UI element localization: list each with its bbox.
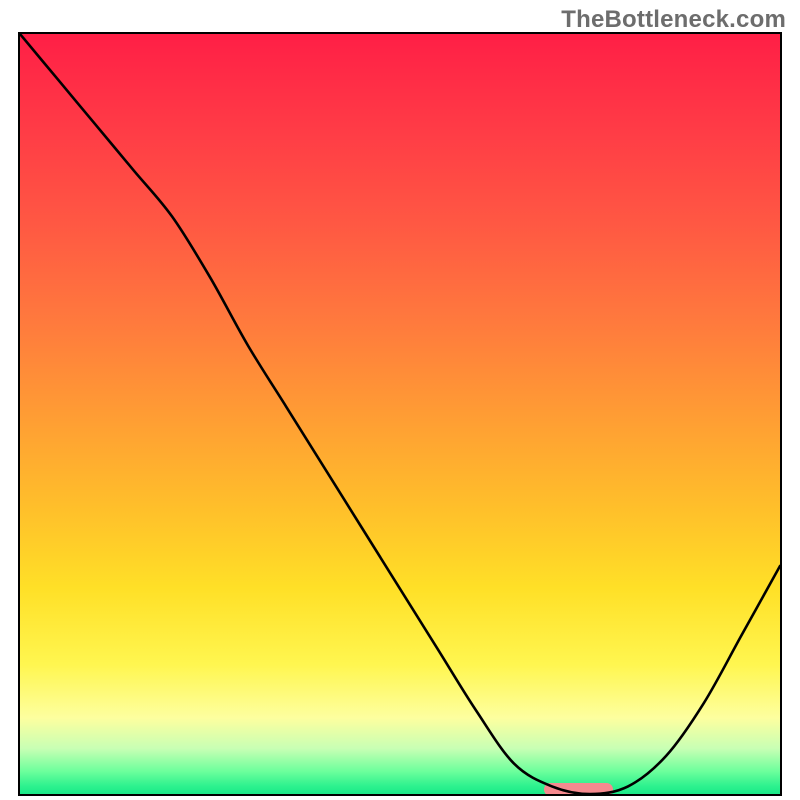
watermark-text: TheBottleneck.com [561, 6, 786, 34]
bottleneck-curve [20, 34, 780, 794]
bottleneck-chart [18, 32, 782, 796]
